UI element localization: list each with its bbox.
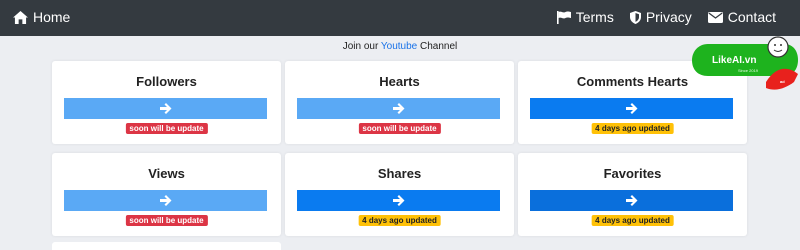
banner-prefix: Join our [342,41,381,52]
nav-links: Terms Privacy Contact [556,9,776,25]
comments-hearts-button[interactable] [530,98,733,119]
hearts-button[interactable] [297,98,500,119]
card-hearts: Hearts soon will be update [285,61,514,144]
logo-text: LikeAI.vn [712,55,756,66]
likeai-logo[interactable]: ad LikeAI.vn Since 2019 [690,36,800,96]
views-button[interactable] [64,190,267,211]
followers-button[interactable] [64,98,267,119]
arrow-right-icon [392,195,405,206]
navbar: Home Terms Privacy Contact [0,0,800,36]
card-views: Views soon will be update [52,153,281,236]
nav-link-contact[interactable]: Contact [707,9,776,25]
arrow-right-icon [392,103,405,114]
logo-tagline: Since 2019 [738,68,759,73]
arrow-right-icon [159,103,172,114]
card-followers: Followers soon will be update [52,61,281,144]
card-title: Hearts [379,74,420,89]
card-title: Followers [136,74,197,89]
nav-link-label: Contact [727,9,776,25]
envelope-icon [707,11,723,23]
status-badge: soon will be update [125,123,208,134]
youtube-banner: Join our Youtube Channel [0,41,800,52]
svg-text:ad: ad [780,79,785,84]
card-title: Favorites [603,166,662,181]
favorites-button[interactable] [530,190,733,211]
nav-link-label: Terms [575,9,614,25]
card-favorites: Favorites 4 days ago updated [518,153,747,236]
shares-button[interactable] [297,190,500,211]
banner-suffix: Channel [417,41,458,52]
nav-link-privacy[interactable]: Privacy [629,9,692,25]
card-title: Shares [377,166,422,181]
flag-icon [556,10,571,24]
youtube-link[interactable]: Youtube [381,41,417,52]
home-label: Home [33,9,71,25]
status-badge: 4 days ago updated [591,123,674,134]
nav-link-label: Privacy [645,9,692,25]
home-icon [13,10,28,24]
card-partial [52,242,281,250]
card-shares: Shares 4 days ago updated [285,153,514,236]
arrow-right-icon [159,195,172,206]
arrow-right-icon [625,195,638,206]
shield-icon [629,10,641,24]
home-link[interactable]: Home [13,9,70,25]
nav-link-terms[interactable]: Terms [556,9,614,25]
status-badge: soon will be update [125,215,208,226]
status-badge: 4 days ago updated [358,215,441,226]
status-badge: soon will be update [358,123,441,134]
card-title: Views [148,166,185,181]
arrow-right-icon [625,103,638,114]
status-badge: 4 days ago updated [591,215,674,226]
